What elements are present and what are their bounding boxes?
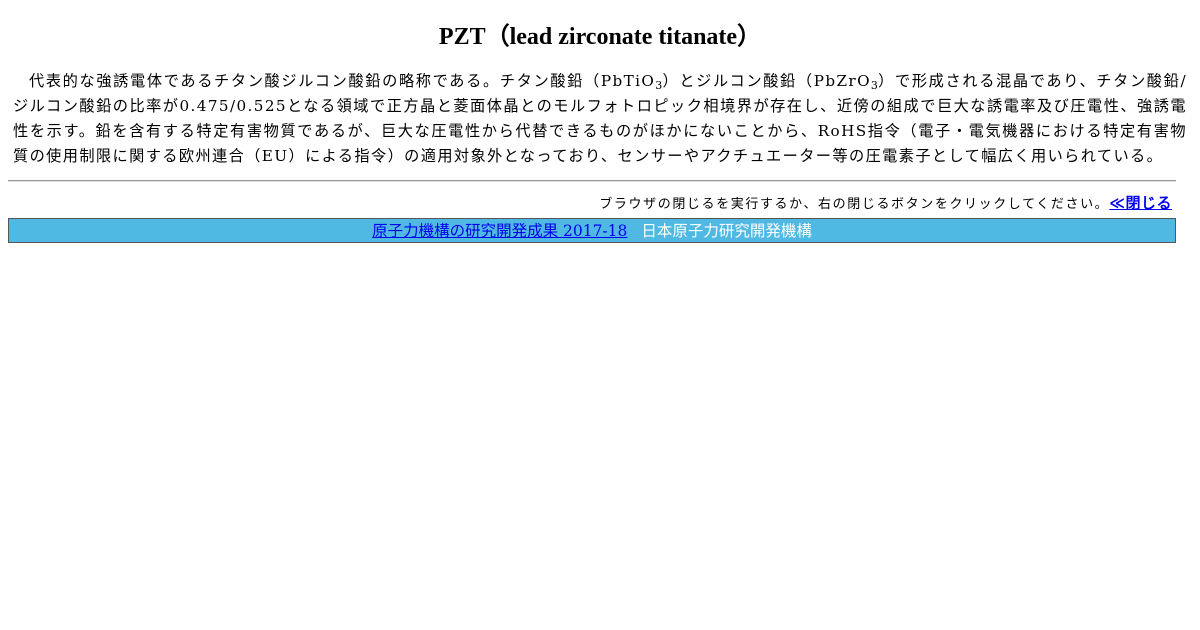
description-part-2: ）とジルコン酸鉛（PbZrO	[662, 72, 871, 90]
close-bar: ブラウザの閉じるを実行するか、右の閉じるボタンをクリックしてください。≪閉じる	[8, 194, 1172, 214]
page-title: PZT（lead zirconate titanate）	[438, 24, 762, 50]
footer-bar: 原子力機構の研究開発成果 2017-18 日本原子力研究開発機構	[8, 218, 1176, 243]
divider	[8, 180, 1176, 182]
description-part-1: 代表的な強誘電体であるチタン酸ジルコン酸鉛の略称である。チタン酸鉛（PbTiO	[29, 72, 656, 90]
close-instruction: ブラウザの閉じるを実行するか、右の閉じるボタンをクリックしてください。	[599, 197, 1110, 212]
footer-org-name: 日本原子力研究開発機構	[641, 222, 812, 240]
footer-link[interactable]: 原子力機構の研究開発成果 2017-18	[372, 222, 627, 240]
page-container: PZT（lead zirconate titanate） 代表的な強誘電体である…	[8, 0, 1192, 243]
description-paragraph: 代表的な強誘電体であるチタン酸ジルコン酸鉛の略称である。チタン酸鉛（PbTiO 3…	[8, 69, 1192, 169]
formula-subscript-2: 3	[870, 79, 878, 92]
close-button[interactable]: ≪閉じる	[1109, 195, 1172, 212]
